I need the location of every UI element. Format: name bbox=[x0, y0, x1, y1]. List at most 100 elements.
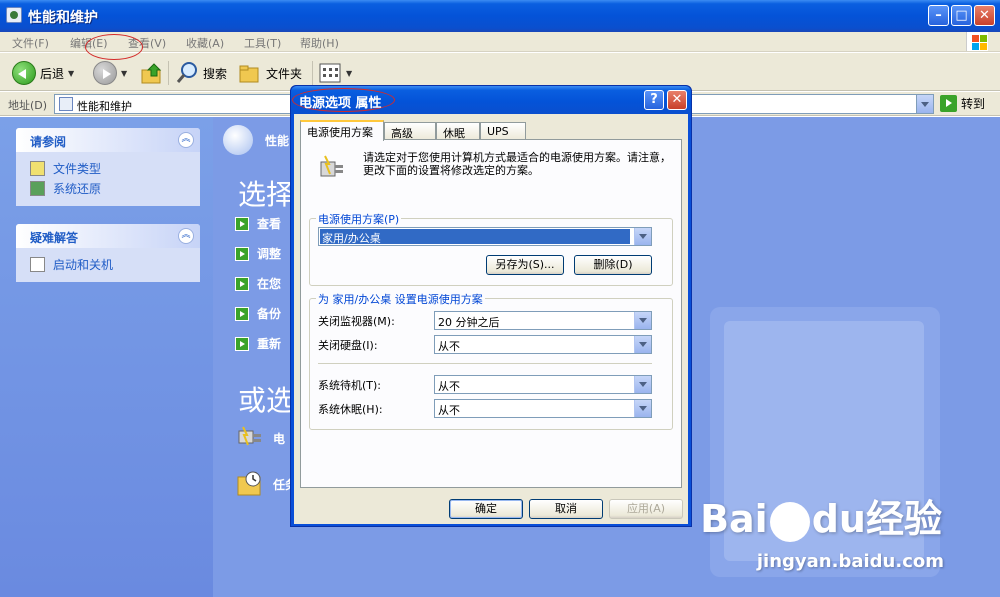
collapse-icon[interactable]: ︽ bbox=[178, 228, 194, 244]
chevron-down-icon[interactable] bbox=[634, 336, 651, 353]
performance-icon bbox=[223, 125, 253, 155]
task-label: 备份 bbox=[257, 307, 282, 321]
cancel-button[interactable]: 取消 bbox=[529, 499, 603, 519]
save-as-button[interactable]: 另存为(S)... bbox=[486, 255, 564, 275]
collapse-icon[interactable]: ︽ bbox=[178, 132, 194, 148]
folders-button[interactable]: 文件夹 bbox=[238, 61, 302, 85]
watermark-brand: Bai bbox=[700, 497, 768, 541]
search-button[interactable]: 搜索 bbox=[175, 61, 227, 85]
help-button[interactable]: ? bbox=[644, 90, 664, 110]
dialog-body: 电源使用方案 高级 休眠 UPS 请选定对于您使用计算机方式最适合的电源使用方案… bbox=[294, 114, 688, 524]
delete-button[interactable]: 删除(D) bbox=[574, 255, 652, 275]
dialog-close-button[interactable]: ✕ bbox=[667, 90, 687, 110]
power-options-link[interactable]: 电 bbox=[235, 423, 285, 453]
monitor-off-select[interactable]: 20 分钟之后 bbox=[434, 311, 652, 330]
views-button[interactable]: ▼ bbox=[318, 61, 352, 85]
chevron-down-icon[interactable] bbox=[634, 400, 651, 417]
menu-help[interactable]: 帮助(H) bbox=[300, 35, 339, 51]
sidebar-item-label: 启动和关机 bbox=[53, 257, 114, 272]
see-also-header[interactable]: 请参阅 ︽ bbox=[16, 128, 200, 152]
search-icon bbox=[176, 62, 197, 83]
hibernate-value: 从不 bbox=[438, 404, 460, 417]
tab-power-schemes[interactable]: 电源使用方案 bbox=[300, 120, 384, 141]
task-link[interactable]: 备份 bbox=[235, 305, 281, 322]
address-label: 地址(D) bbox=[8, 99, 48, 112]
control-panel-icon bbox=[6, 7, 22, 23]
power-scheme-value: 家用/办公桌 bbox=[320, 229, 630, 245]
close-button[interactable]: ✕ bbox=[974, 5, 995, 26]
task-link[interactable]: 调整 bbox=[235, 245, 281, 262]
go-label: 转到 bbox=[961, 97, 986, 111]
file-types-icon bbox=[30, 160, 45, 176]
folders-icon bbox=[239, 65, 259, 83]
settings-group-label: 为 家用/办公桌 设置电源使用方案 bbox=[316, 291, 485, 307]
help-icon bbox=[30, 256, 45, 272]
troubleshoot-title: 疑难解答 bbox=[30, 231, 79, 245]
task-link[interactable]: 查看 bbox=[235, 215, 281, 232]
settings-group: 为 家用/办公桌 设置电源使用方案 关闭监视器(M): 20 分钟之后 关闭硬盘… bbox=[309, 291, 673, 430]
window-title: 性能和维护 bbox=[28, 10, 98, 26]
dialog-titlebar[interactable]: 电源选项 属性 ? ✕ bbox=[291, 86, 691, 114]
menu-tools[interactable]: 工具(T) bbox=[244, 35, 281, 51]
scheduled-tasks-link[interactable]: 任务 bbox=[235, 469, 297, 499]
tab-advanced[interactable]: 高级 bbox=[384, 122, 436, 140]
monitor-off-label: 关闭监视器(M): bbox=[318, 315, 395, 328]
standby-value: 从不 bbox=[438, 380, 460, 393]
go-arrow-icon bbox=[940, 95, 957, 112]
baidu-paw-icon bbox=[769, 501, 810, 542]
maximize-button[interactable]: □ bbox=[951, 5, 972, 26]
watermark-brand2: du bbox=[811, 497, 866, 541]
address-dropdown-button[interactable] bbox=[916, 95, 933, 113]
task-pane: 请参阅 ︽ 文件类型 系统还原 疑难解答 ︽ 启动和关机 bbox=[0, 117, 213, 597]
harddisk-off-select[interactable]: 从不 bbox=[434, 335, 652, 354]
apply-button[interactable]: 应用(A) bbox=[609, 499, 683, 519]
harddisk-off-label: 关闭硬盘(I): bbox=[318, 339, 378, 352]
task-link[interactable]: 在您 bbox=[235, 275, 281, 292]
hibernate-label: 系统休眠(H): bbox=[318, 403, 383, 416]
standby-select[interactable]: 从不 bbox=[434, 375, 652, 394]
intro-text: 请选定对于您使用计算机方式最适合的电源使用方案。请注意，更改下面的设置将修改选定… bbox=[363, 151, 671, 177]
divider bbox=[318, 363, 652, 364]
menu-favorites[interactable]: 收藏(A) bbox=[186, 35, 224, 51]
chevron-down-icon: ▼ bbox=[68, 68, 75, 78]
scheme-group: 电源使用方案(P) 家用/办公桌 另存为(S)... 删除(D) bbox=[309, 211, 673, 286]
scheduled-tasks-icon bbox=[237, 471, 261, 496]
sidebar-item-system-restore[interactable]: 系统还原 bbox=[16, 178, 200, 198]
menu-bar: 文件(F) 编辑(E) 查看(V) 收藏(A) 工具(T) 帮助(H) bbox=[0, 32, 1000, 52]
chevron-down-icon[interactable] bbox=[634, 312, 651, 329]
address-value: 性能和维护 bbox=[77, 100, 132, 113]
tab-page: 请选定对于您使用计算机方式最适合的电源使用方案。请注意，更改下面的设置将修改选定… bbox=[300, 139, 682, 488]
forward-arrow-icon bbox=[93, 61, 117, 85]
menu-file[interactable]: 文件(F) bbox=[12, 35, 49, 51]
go-button[interactable]: 转到 bbox=[940, 95, 985, 112]
forward-button[interactable]: ▼ bbox=[93, 61, 127, 85]
task-arrow-icon bbox=[235, 276, 249, 291]
see-also-panel: 请参阅 ︽ 文件类型 系统还原 bbox=[16, 128, 200, 206]
up-folder-button[interactable] bbox=[140, 61, 164, 85]
sidebar-item-file-types[interactable]: 文件类型 bbox=[16, 158, 200, 178]
sidebar-item-label: 文件类型 bbox=[53, 161, 102, 176]
back-label: 后退 bbox=[40, 66, 65, 81]
sidebar-item-startup-shutdown[interactable]: 启动和关机 bbox=[16, 254, 200, 274]
back-button[interactable]: 后退 ▼ bbox=[12, 61, 74, 85]
scheme-group-label: 电源使用方案(P) bbox=[316, 211, 402, 227]
chevron-down-icon[interactable] bbox=[634, 376, 651, 393]
task-arrow-icon bbox=[235, 216, 249, 231]
minimize-button[interactable]: – bbox=[928, 5, 949, 26]
task-arrow-icon bbox=[235, 306, 249, 321]
baidu-watermark: Bai du经验 bbox=[700, 488, 942, 543]
system-restore-icon bbox=[30, 180, 45, 196]
hibernate-select[interactable]: 从不 bbox=[434, 399, 652, 418]
cpl-label: 电 bbox=[273, 431, 286, 446]
ok-button[interactable]: 确定 bbox=[449, 499, 523, 519]
task-link[interactable]: 重新 bbox=[235, 335, 281, 352]
chevron-down-icon[interactable] bbox=[634, 228, 651, 245]
tab-hibernate[interactable]: 休眠 bbox=[436, 122, 480, 140]
tab-ups[interactable]: UPS bbox=[480, 122, 526, 140]
sidebar-item-label: 系统还原 bbox=[53, 181, 102, 196]
highlight-annotation bbox=[85, 34, 143, 60]
power-scheme-select[interactable]: 家用/办公桌 bbox=[318, 227, 652, 246]
back-arrow-icon bbox=[12, 61, 36, 85]
up-folder-icon bbox=[141, 63, 162, 84]
troubleshoot-header[interactable]: 疑难解答 ︽ bbox=[16, 224, 200, 248]
